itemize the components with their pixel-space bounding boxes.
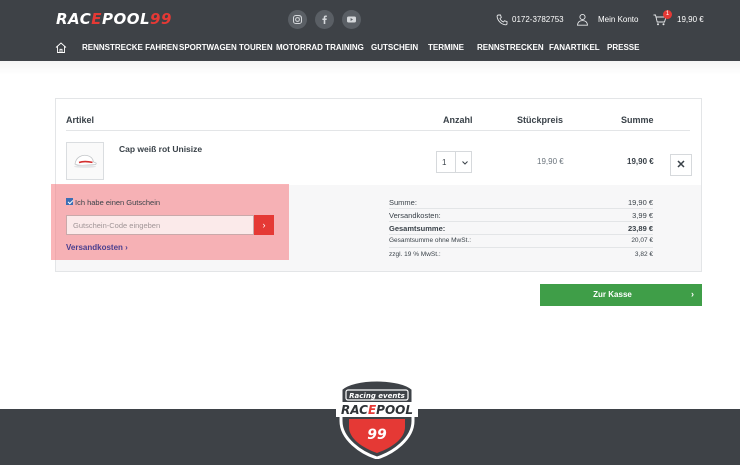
column-header-total: Summe (621, 115, 654, 125)
summary-value-subtotal: 19,90 € (627, 198, 653, 207)
voucher-code-input[interactable] (66, 215, 254, 235)
home-icon[interactable] (55, 42, 67, 53)
chevron-right-icon: › (691, 289, 694, 299)
summary-label-shipping: Versandkosten: (389, 211, 441, 220)
cart-count-badge: 1 (663, 10, 672, 19)
product-name-link[interactable]: Cap weiß rot Unisize (119, 144, 202, 154)
nav-item-sportwagen-touren[interactable]: SPORTWAGEN TOUREN (179, 43, 273, 52)
remove-item-button[interactable]: ✕ (670, 154, 692, 176)
quantity-separator (455, 152, 456, 172)
facebook-icon[interactable] (315, 10, 334, 29)
summary-label-grand-total: Gesamtsumme: (389, 224, 446, 233)
logo-part: POOL (101, 10, 151, 28)
summary-divider (389, 208, 653, 209)
column-header-unit-price: Stückpreis (517, 115, 564, 125)
cart-total[interactable]: 19,90 € (677, 15, 704, 24)
instagram-icon[interactable] (288, 10, 307, 29)
logo-part: RAC (56, 10, 92, 28)
footer-logo-number: 99 (367, 427, 387, 443)
logo-part-accent: E (91, 10, 102, 28)
voucher-submit-button[interactable]: › (254, 215, 274, 235)
main-navigation: RENNSTRECKE FAHREN SPORTWAGEN TOUREN MOT… (0, 38, 740, 61)
summary-label-net-total: Gesamtsumme ohne MwSt.: (389, 237, 471, 244)
user-icon[interactable] (576, 13, 589, 26)
unit-price: 19,90 € (537, 157, 564, 166)
checkout-button[interactable]: Zur Kasse › (540, 284, 702, 306)
site-logo[interactable]: RACEPOOL99 (56, 10, 172, 28)
header-shadow (0, 61, 740, 75)
summary-divider (389, 247, 653, 248)
cap-image (74, 154, 97, 168)
nav-item-rennstrecke-fahren[interactable]: RENNSTRECKE FAHREN (82, 43, 178, 52)
footer-logo[interactable]: Racing events RACEPOOL 99 (333, 375, 421, 459)
voucher-checkbox-label[interactable]: Ich habe einen Gutschein (75, 198, 160, 207)
summary-label-vat: zzgl. 19 % MwSt.: (389, 251, 441, 258)
chevron-down-icon (462, 161, 468, 165)
quantity-select[interactable]: 1 (436, 151, 472, 173)
phone-number[interactable]: 0172-3782753 (512, 15, 564, 24)
header-divider (66, 130, 690, 131)
nav-item-fanartikel[interactable]: FANARTIKEL (549, 43, 600, 52)
summary-value-grand-total: 23,89 € (627, 224, 653, 233)
nav-item-presse[interactable]: PRESSE (607, 43, 639, 52)
line-total: 19,90 € (627, 157, 654, 166)
nav-item-termine[interactable]: TERMINE (428, 43, 464, 52)
summary-value-vat: 3,82 € (634, 251, 653, 258)
summary-value-shipping: 3,99 € (632, 211, 653, 220)
summary-divider (389, 221, 653, 222)
shipping-costs-link[interactable]: Versandkosten › (66, 243, 128, 252)
voucher-checkbox[interactable] (66, 198, 73, 205)
logo-part-accent: 99 (150, 10, 172, 28)
top-header: RACEPOOL99 0172-3782753 Mein Konto 1 19,… (0, 0, 740, 61)
account-link[interactable]: Mein Konto (598, 15, 638, 24)
quantity-value: 1 (442, 158, 447, 167)
phone-icon (496, 14, 508, 26)
nav-item-rennstrecken[interactable]: RENNSTRECKEN (477, 43, 544, 52)
nav-item-gutschein[interactable]: GUTSCHEIN (371, 43, 418, 52)
summary-label-subtotal: Summe: (389, 198, 417, 207)
summary-divider (389, 234, 653, 235)
summary-value-net-total: 20,07 € (631, 237, 653, 244)
footer-logo-tagline: Racing events (349, 392, 405, 400)
checkout-button-label: Zur Kasse (593, 290, 632, 299)
nav-item-motorrad-training[interactable]: MOTORRAD TRAINING (276, 43, 364, 52)
column-header-quantity: Anzahl (443, 115, 473, 125)
footer-logo-wordmark: RACEPOOL (341, 403, 413, 417)
column-header-article: Artikel (66, 115, 95, 125)
youtube-icon[interactable] (342, 10, 361, 29)
product-thumbnail[interactable] (66, 142, 104, 180)
